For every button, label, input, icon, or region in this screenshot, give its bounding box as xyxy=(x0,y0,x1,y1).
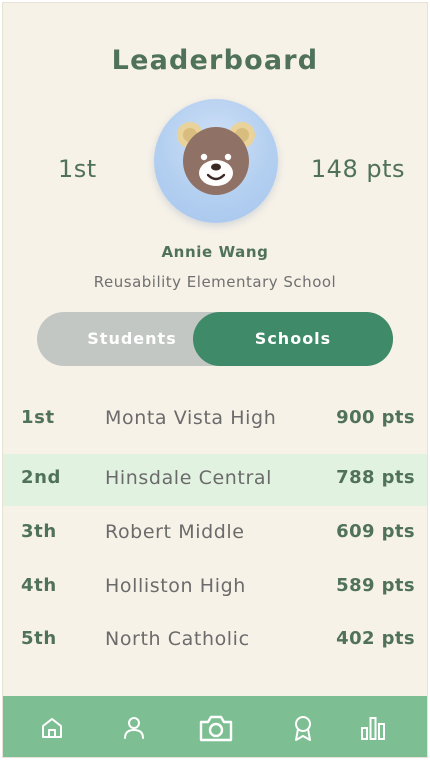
leaderboard-row-highlighted: 2nd Hinsdale Central 788 pts xyxy=(3,454,427,506)
row-points: 788 pts xyxy=(336,467,415,488)
profile-icon xyxy=(124,716,144,739)
user-school: Reusability Elementary School xyxy=(93,273,337,291)
row-school-name: Hinsdale Central xyxy=(105,467,272,489)
leaderboard-row: 3th Robert Middle 609 pts xyxy=(3,508,427,560)
leaderboard-row: 1st Monta Vista High 900 pts xyxy=(3,394,427,446)
page-title: Leaderboard xyxy=(111,45,319,76)
user-rank: 1st xyxy=(58,155,97,183)
row-school-name: Monta Vista High xyxy=(105,407,277,429)
row-rank: 2nd xyxy=(21,467,62,488)
row-rank: 4th xyxy=(21,575,57,596)
nav-home-button[interactable] xyxy=(22,696,82,757)
row-points: 900 pts xyxy=(336,407,415,428)
row-rank: 1st xyxy=(21,407,55,428)
students-schools-toggle[interactable]: Students Schools xyxy=(37,312,393,366)
leaderboard-row: 5th North Catholic 402 pts xyxy=(3,615,427,667)
chart-icon xyxy=(361,716,385,740)
user-name: Annie Wang xyxy=(161,243,269,261)
row-school-name: North Catholic xyxy=(105,628,250,650)
row-points: 609 pts xyxy=(336,521,415,542)
row-points: 589 pts xyxy=(336,575,415,596)
row-school-name: Robert Middle xyxy=(105,521,245,543)
nav-camera-button[interactable] xyxy=(186,696,246,757)
bottom-nav xyxy=(3,696,427,757)
camera-icon xyxy=(199,715,233,741)
bear-avatar-icon xyxy=(154,99,278,223)
leaderboard-screen: Leaderboard 1st 148 pts Annie Wang Reusa… xyxy=(2,2,428,758)
row-rank: 3th xyxy=(21,521,57,542)
row-school-name: Holliston High xyxy=(105,575,246,597)
nav-profile-button[interactable] xyxy=(104,696,164,757)
home-icon xyxy=(42,717,62,738)
user-points: 148 pts xyxy=(310,155,405,183)
nav-leaderboard-button[interactable] xyxy=(343,696,403,757)
nav-awards-button[interactable] xyxy=(273,696,333,757)
row-rank: 5th xyxy=(21,628,57,649)
row-points: 402 pts xyxy=(336,628,415,649)
tab-schools[interactable]: Schools xyxy=(193,312,393,366)
award-icon xyxy=(295,715,311,741)
leaderboard-row: 4th Holliston High 589 pts xyxy=(3,562,427,614)
